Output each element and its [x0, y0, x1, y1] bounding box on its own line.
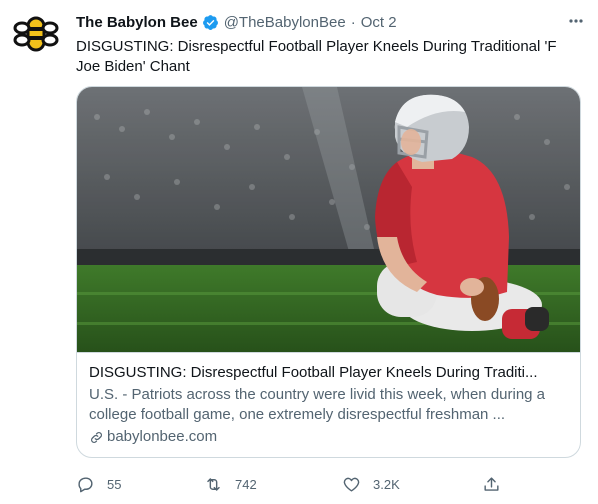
reply-button[interactable]: 55 [76, 472, 121, 496]
tweet-date[interactable]: Oct 2 [361, 14, 397, 31]
share-icon [484, 476, 499, 491]
more-options-icon[interactable] [566, 11, 586, 31]
card-info[interactable]: DISGUSTING: Disrespectful Football Playe… [77, 352, 580, 457]
separator-dot: · [350, 13, 356, 31]
card-title[interactable]: DISGUSTING: Disrespectful Football Playe… [89, 363, 568, 383]
reply-icon [78, 476, 93, 492]
verified-badge-icon [202, 14, 219, 31]
card-domain[interactable]: babylonbee.com [89, 427, 568, 447]
card-image[interactable] [77, 87, 580, 352]
avatar[interactable] [12, 10, 60, 58]
like-count: 3.2K [373, 476, 400, 492]
babylon-bee-logo-icon [12, 10, 60, 58]
author-handle[interactable]: @TheBabylonBee [224, 14, 346, 31]
tweet-text: DISGUSTING: Disrespectful Football Playe… [76, 38, 557, 75]
retweet-button[interactable]: 742 [204, 472, 257, 496]
tweet-actions: 55 742 3.2K [76, 472, 516, 496]
card-domain-text[interactable]: babylonbee.com [107, 427, 217, 447]
retweet-icon [207, 477, 220, 491]
card-description: U.S. - Patriots across the country were … [89, 386, 546, 423]
author-name[interactable]: The Babylon Bee [76, 14, 198, 31]
share-button[interactable] [482, 472, 501, 496]
link-card[interactable]: DISGUSTING: Disrespectful Football Playe… [76, 86, 581, 458]
tweet-header: The Babylon Bee @TheBabylonBee · Oct 2 [76, 11, 586, 33]
football-player-kneeling-photo [77, 87, 580, 352]
tweet[interactable]: The Babylon Bee @TheBabylonBee · Oct 2 D… [0, 0, 598, 504]
link-icon [91, 431, 102, 443]
like-button[interactable]: 3.2K [342, 472, 400, 496]
retweet-count: 742 [235, 476, 257, 492]
reply-count: 55 [107, 476, 122, 492]
heart-icon [343, 477, 360, 492]
